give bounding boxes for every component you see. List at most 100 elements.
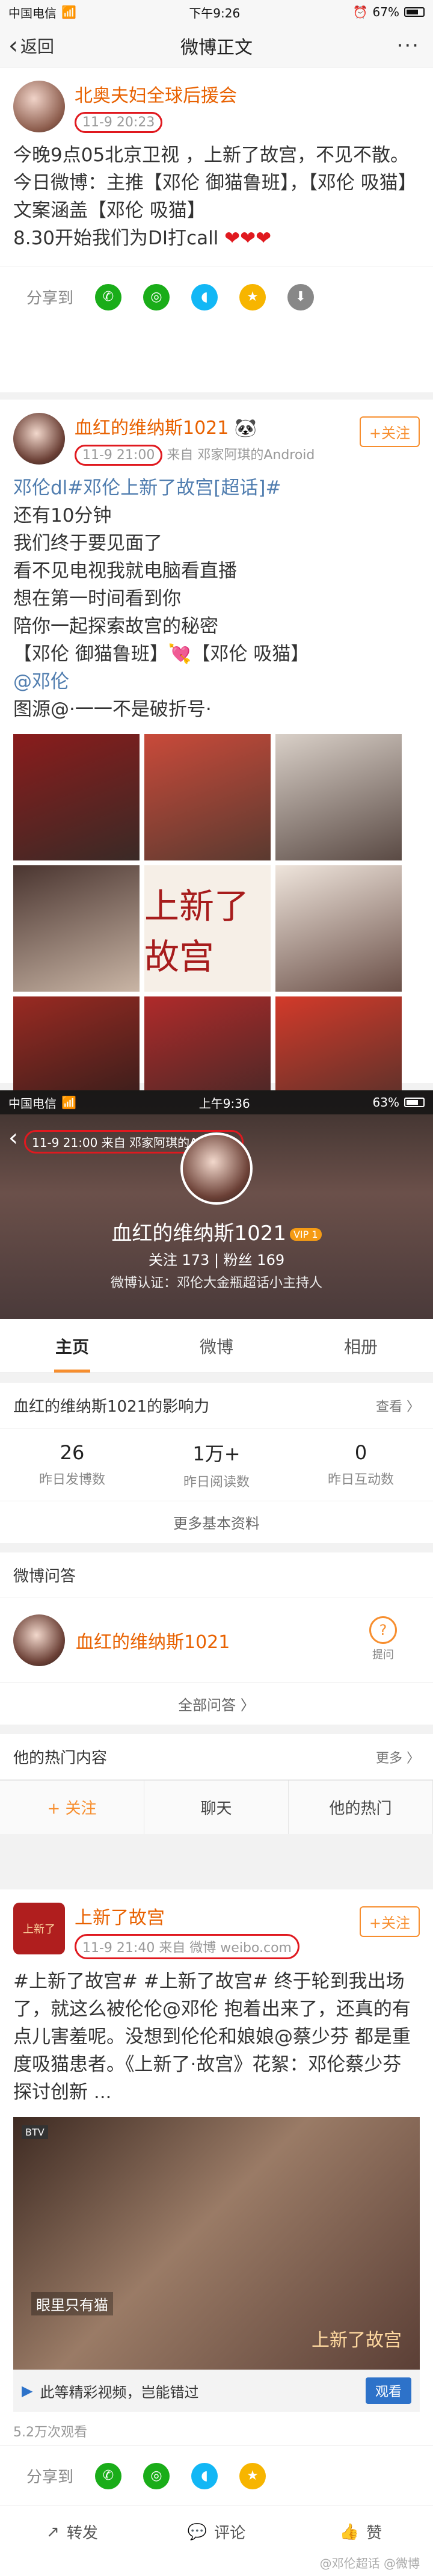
- comment-button[interactable]: 💬评论: [144, 2506, 289, 2557]
- profile-name: 血红的维纳斯1021: [111, 1222, 286, 1246]
- profile-avatar[interactable]: [180, 1132, 253, 1205]
- photo[interactable]: [13, 734, 140, 860]
- moments-icon[interactable]: ◎: [143, 283, 170, 310]
- stat-reads: 1万+: [192, 1442, 241, 1465]
- profile-screenshot: 中国电信 📶 上午9:36 63% ‹ 11-9 21:00 来自 邓家阿琪的An…: [0, 1090, 433, 1885]
- qa-header: 微博问答: [0, 1552, 433, 1598]
- post-text: 今晚9点05北京卫视 ，上新了故宫，不见不散。 今日微博：主推【邓伦 御猫鲁班】…: [13, 144, 417, 249]
- hot-content-button[interactable]: 他的热门: [289, 1781, 433, 1834]
- video-watermark: 上新了故宫: [312, 2330, 402, 2351]
- mention-link[interactable]: @邓伦: [13, 671, 69, 693]
- wechat-icon[interactable]: ✆: [95, 283, 122, 310]
- battery-percent: 63%: [372, 1095, 399, 1110]
- photo[interactable]: [144, 734, 271, 860]
- more-info-button[interactable]: 更多基本资料: [0, 1501, 433, 1543]
- like-button[interactable]: 👍赞: [289, 2506, 433, 2557]
- post-card-2: 血红的维纳斯1021 🐼 11-9 21:00 来自 邓家阿琪的Android …: [0, 400, 433, 1189]
- stat-posts: 26: [60, 1441, 85, 1464]
- super-topic-link[interactable]: 邓伦dl#邓伦上新了故宫[超话]#: [13, 477, 281, 499]
- comment-icon: 💬: [187, 2522, 207, 2541]
- tab-album[interactable]: 相册: [289, 1319, 433, 1373]
- thumbs-up-icon: 👍: [339, 2522, 360, 2541]
- video-caption: 眼里只有猫: [31, 2292, 113, 2315]
- forward-button[interactable]: ↗转发: [0, 2506, 144, 2557]
- vip-badge: VIP 1: [289, 1228, 322, 1241]
- back-button[interactable]: ‹: [8, 1124, 18, 1152]
- follow-button[interactable]: + 关注: [0, 1781, 144, 1834]
- nav-bar: ‹ 返回 微博正文 ···: [0, 24, 433, 67]
- qzone-icon[interactable]: ★: [239, 2462, 266, 2489]
- hot-more-link[interactable]: 更多 〉: [376, 1747, 420, 1767]
- share-row: 分享到 ✆ ◎ ◖ ★: [0, 2445, 433, 2506]
- video-player[interactable]: BTV 眼里只有猫 上新了故宫: [13, 2117, 420, 2370]
- author-name[interactable]: 血红的维纳斯1021: [75, 418, 229, 439]
- wechat-icon[interactable]: ✆: [95, 2462, 122, 2489]
- status-bar: 中国电信 📶 下午9:26 ⏰ 67%: [0, 0, 433, 24]
- post-card-3: 上新了 上新了故宫 11-9 21:40 来自 微博 weibo.com +关注…: [0, 1889, 433, 2576]
- back-button[interactable]: ‹ 返回: [0, 34, 54, 58]
- chat-button[interactable]: 聊天: [144, 1781, 289, 1834]
- follow-button[interactable]: +关注: [359, 1906, 420, 1937]
- photo[interactable]: 上新了故宫: [144, 865, 271, 992]
- save-image-icon[interactable]: ⬇: [287, 283, 315, 310]
- clock: 上午9:36: [198, 1096, 250, 1111]
- photo[interactable]: [275, 734, 402, 860]
- battery-icon: [404, 7, 425, 17]
- verification-text: 微博认证：邓伦大金瓶超话小主持人: [110, 1276, 322, 1291]
- post-time: 11-9 21:40 来自 微博 weibo.com: [75, 1934, 299, 1959]
- back-label: 返回: [20, 36, 55, 57]
- promo-text: 此等精彩视频，岂能错过: [40, 2383, 199, 2401]
- post-time: 11-9 21:00: [75, 445, 163, 466]
- page-title: 微博正文: [180, 37, 253, 58]
- footer-watermark: @邓伦超话 @微博: [319, 2556, 420, 2571]
- tab-home[interactable]: 主页: [0, 1319, 144, 1373]
- post-text: #上新了故宫# #上新了故宫# 终于轮到我出场了，就这么被伦伦@邓伦 抱着出来了…: [13, 1971, 411, 2103]
- photo[interactable]: [13, 865, 140, 992]
- qa-card[interactable]: 血红的维纳斯1021 ? 提问: [0, 1598, 433, 1682]
- hot-header: 他的热门内容 更多 〉: [0, 1734, 433, 1780]
- profile-tabs: 主页 微博 相册: [0, 1319, 433, 1373]
- wifi-icon: 📶: [61, 5, 76, 19]
- ask-button[interactable]: ? 提问: [369, 1616, 397, 1662]
- wifi-icon: 📶: [61, 1095, 76, 1110]
- qa-all-button[interactable]: 全部问答 〉: [0, 1682, 433, 1725]
- photo[interactable]: [275, 865, 402, 992]
- qq-icon[interactable]: ◖: [191, 283, 218, 310]
- avatar[interactable]: [13, 413, 65, 465]
- watch-button[interactable]: 观看: [365, 2377, 411, 2404]
- carrier: 中国电信: [8, 5, 57, 20]
- follow-stats[interactable]: 关注 173 | 粉丝 169: [0, 1248, 433, 1269]
- share-row: 分享到 ✆ ◎ ◖ ★ ⬇: [0, 267, 433, 327]
- carrier: 中国电信: [8, 1096, 57, 1111]
- share-label: 分享到: [26, 289, 74, 307]
- brand-logo[interactable]: 上新了: [13, 1903, 65, 1954]
- image-credit: 图源@·一一不是破折号·: [13, 699, 212, 720]
- tab-weibo[interactable]: 微博: [144, 1319, 289, 1373]
- hearts: ❤❤❤: [224, 227, 272, 249]
- profile-bottom-bar: + 关注 聊天 他的热门: [0, 1780, 433, 1834]
- action-bar: ↗转发 💬评论 👍赞: [0, 2506, 433, 2557]
- video-promo-bar: ▶ 此等精彩视频，岂能错过 观看: [13, 2370, 420, 2412]
- more-icon[interactable]: ···: [397, 34, 420, 58]
- follow-button[interactable]: +关注: [359, 416, 420, 447]
- battery-percent: 67%: [372, 5, 399, 19]
- forward-icon: ↗: [46, 2522, 60, 2541]
- author-name[interactable]: 北奥夫妇全球后援会: [75, 81, 237, 107]
- status-bar: 中国电信 📶 上午9:36 63%: [0, 1090, 433, 1114]
- view-count: 5.2万次观看: [13, 2425, 87, 2440]
- stat-interactions: 0: [354, 1441, 367, 1464]
- clock: 下午9:26: [189, 5, 241, 20]
- post-card-1: 北奥夫妇全球后援会 11-9 20:23 今晚9点05北京卫视 ，上新了故宫，不…: [0, 67, 433, 392]
- avatar[interactable]: [13, 81, 65, 132]
- influence-view-link[interactable]: 查看 〉: [376, 1396, 420, 1415]
- qq-icon[interactable]: ◖: [191, 2462, 218, 2489]
- alarm-icon: ⏰: [352, 5, 368, 19]
- question-icon: ?: [369, 1616, 397, 1644]
- author-name[interactable]: 上新了故宫: [75, 1903, 299, 1929]
- play-icon: ▶: [22, 2382, 33, 2399]
- post-time: 11-9 20:23: [75, 112, 163, 133]
- chevron-left-icon: ‹: [8, 31, 18, 60]
- moments-icon[interactable]: ◎: [143, 2462, 170, 2489]
- post-text: 邓伦dl#邓伦上新了故宫[超话]# 还有10分钟 我们终于要见面了 看不见电视我…: [13, 477, 310, 720]
- qzone-icon[interactable]: ★: [239, 283, 266, 310]
